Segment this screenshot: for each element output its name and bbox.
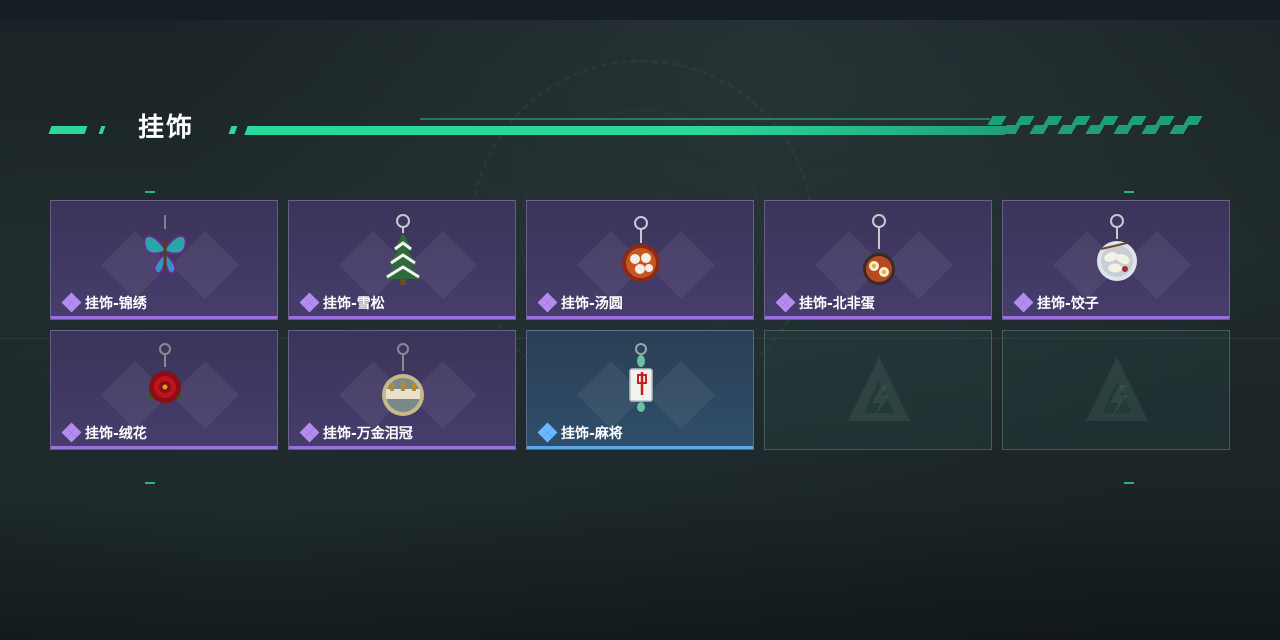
- charm-card[interactable]: 挂饰-雪松: [288, 200, 516, 320]
- charm-label: 挂饰-北非蛋: [775, 292, 875, 313]
- rarity-diamond-icon: [61, 292, 82, 313]
- top-strip: [0, 0, 1280, 20]
- dumpling-plate-charm-icon: [1097, 214, 1137, 281]
- charm-label: 挂饰-万金泪冠: [299, 422, 413, 443]
- crown-orb-charm-icon: [382, 343, 424, 416]
- charm-label: 挂饰-麻将: [537, 422, 623, 443]
- rarity-diamond-icon: [299, 292, 320, 313]
- header-accent-segment: [48, 126, 88, 134]
- charm-label: 挂饰-绒花: [61, 422, 147, 443]
- charm-name: 挂饰-北非蛋: [799, 296, 875, 312]
- shakshuka-pan-charm-icon: [863, 214, 895, 285]
- rarity-stripe: [289, 316, 515, 319]
- header-accent-segment: [98, 126, 106, 134]
- header-accent-segment: [228, 126, 238, 134]
- rarity-stripe: [765, 316, 991, 319]
- red-flower-charm-icon: [147, 343, 183, 403]
- charm-card[interactable]: 挂饰-绒花: [50, 330, 278, 450]
- charm-card[interactable]: 挂饰-锦绣: [50, 200, 278, 320]
- snow-pine-charm-icon: [385, 214, 421, 285]
- rarity-diamond-icon: [537, 422, 558, 443]
- rarity-diamond-icon: [299, 422, 320, 443]
- charm-card[interactable]: 挂饰-北非蛋: [764, 200, 992, 320]
- rarity-stripe: [51, 316, 277, 319]
- empty-slot[interactable]: [1002, 330, 1230, 450]
- corner-tick: [1124, 482, 1134, 484]
- rarity-diamond-icon: [1013, 292, 1034, 313]
- charm-name: 挂饰-汤圆: [561, 296, 623, 312]
- charm-label: 挂饰-雪松: [299, 292, 385, 313]
- charm-card[interactable]: 挂饰-汤圆: [526, 200, 754, 320]
- rarity-stripe: [1003, 316, 1229, 319]
- empty-slot-logo-icon: [848, 357, 910, 421]
- rarity-stripe: [51, 446, 277, 449]
- rarity-diamond-icon: [537, 292, 558, 313]
- butterfly-charm-icon: [143, 215, 187, 275]
- section-title: 挂饰: [138, 113, 195, 143]
- charm-name: 挂饰-万金泪冠: [323, 426, 413, 442]
- background-scenery: [0, 500, 1280, 640]
- corner-tick: [145, 482, 155, 484]
- rarity-stripe: [527, 316, 753, 319]
- charm-name: 挂饰-锦绣: [85, 296, 147, 312]
- charm-name: 挂饰-饺子: [1037, 296, 1099, 312]
- tangyuan-bowl-charm-icon: [622, 216, 660, 282]
- charm-card[interactable]: 挂饰-麻将: [526, 330, 754, 450]
- header-checker-pattern: [987, 116, 1203, 136]
- charm-name: 挂饰-雪松: [323, 296, 385, 312]
- mahjong-tile-charm-icon: [629, 343, 653, 412]
- charm-grid: 挂饰-锦绣 挂饰-雪松 挂饰-汤圆 挂饰-北非蛋 挂饰-饺子 挂饰-绒花 挂饰-…: [50, 200, 1230, 450]
- charm-label: 挂饰-汤圆: [537, 292, 623, 313]
- rarity-diamond-icon: [775, 292, 796, 313]
- charm-card[interactable]: 挂饰-万金泪冠: [288, 330, 516, 450]
- rarity-diamond-icon: [61, 422, 82, 443]
- charm-card[interactable]: 挂饰-饺子: [1002, 200, 1230, 320]
- charm-label: 挂饰-锦绣: [61, 292, 147, 313]
- corner-tick: [145, 191, 155, 193]
- section-header: 挂饰: [0, 110, 1280, 150]
- charm-label: 挂饰-饺子: [1013, 292, 1099, 313]
- corner-tick: [1124, 191, 1134, 193]
- empty-slot-logo-icon: [1086, 357, 1148, 421]
- charm-name: 挂饰-麻将: [561, 426, 623, 442]
- rarity-stripe: [527, 446, 753, 449]
- header-accent-bar: [244, 126, 1008, 135]
- charm-name: 挂饰-绒花: [85, 426, 147, 442]
- empty-slot[interactable]: [764, 330, 992, 450]
- header-accent-line: [420, 118, 990, 120]
- rarity-stripe: [289, 446, 515, 449]
